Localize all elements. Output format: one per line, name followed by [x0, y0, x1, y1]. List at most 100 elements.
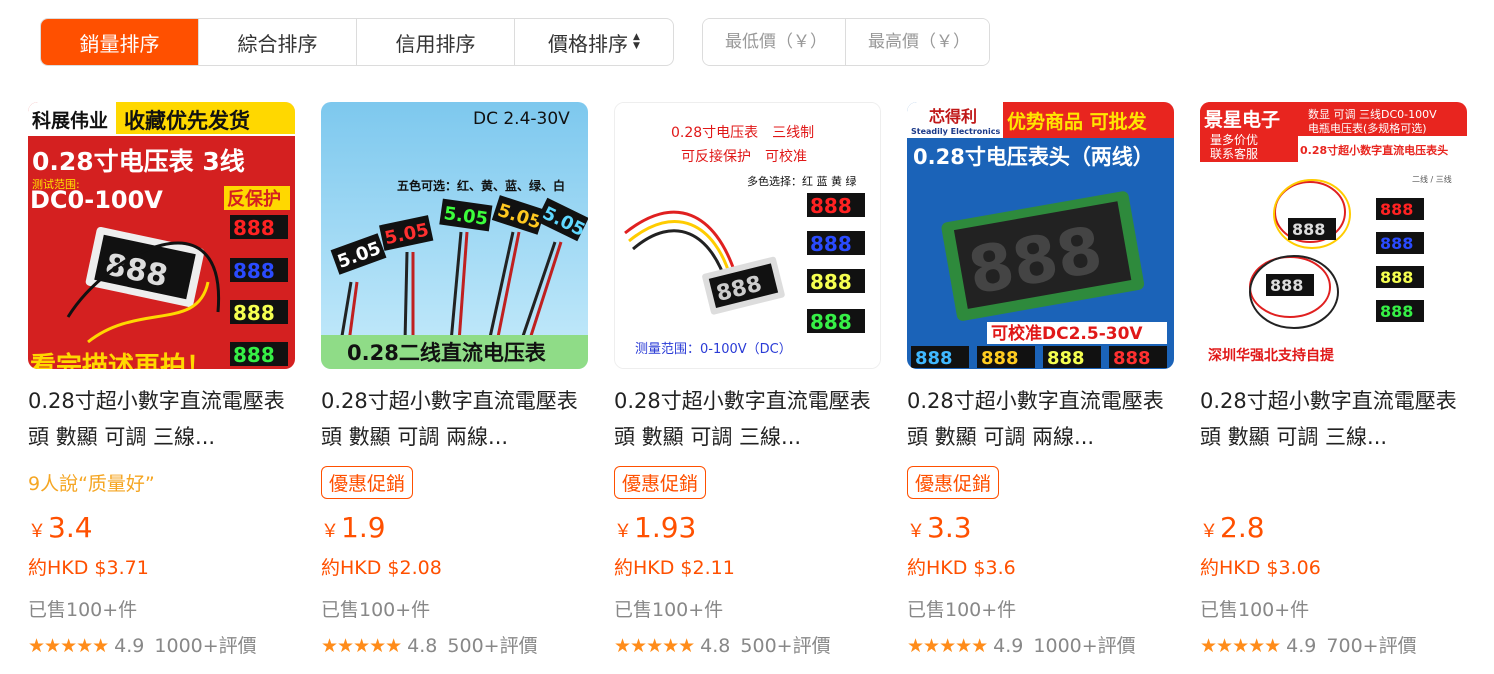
min-price-input[interactable]: [703, 19, 846, 65]
svg-text:888: 888: [1292, 220, 1325, 239]
product-image[interactable]: 景星电子 量多价优 联系客服 数显 可调 三线DC0-100V 电瓶电压表(多规…: [1200, 102, 1467, 369]
image-text: 可校准DC2.5-30V: [991, 323, 1143, 344]
product-price: ￥1.93: [614, 511, 881, 549]
max-price-input[interactable]: [846, 19, 989, 65]
product-price: ￥1.9: [321, 511, 588, 549]
sort-bar: 銷量排序 綜合排序 信用排序 價格排序 ▲ ▼: [40, 18, 674, 66]
svg-text:888: 888: [810, 270, 852, 294]
image-text: 可反接保护 可校准: [681, 148, 807, 165]
product-image[interactable]: 0.28寸电压表 三线制 可反接保护 可校准 多色选择：红 蓝 黄 绿 888 …: [614, 102, 881, 369]
svg-text:888: 888: [810, 194, 852, 218]
product-title[interactable]: 0.28寸超小數字直流電壓表頭 數顯 可調 三線...: [28, 383, 295, 455]
product-price: ￥3.3: [907, 511, 1174, 549]
svg-text:888: 888: [1380, 234, 1413, 253]
svg-text:888: 888: [981, 348, 1019, 369]
hkd-price: 約HKD $2.11: [614, 557, 735, 579]
product-title[interactable]: 0.28寸超小數字直流電壓表頭 數顯 可調 兩線...: [907, 383, 1174, 455]
review-highlight: 9人說“质量好”: [28, 472, 155, 495]
price-value: 3.4: [48, 511, 93, 544]
sort-by-price-tab[interactable]: 價格排序 ▲ ▼: [515, 19, 673, 65]
star-rating-icon: ★★★★★: [321, 635, 402, 657]
sold-count: 已售100+件: [907, 599, 1017, 621]
image-text: 深圳华强北支持自提: [1208, 347, 1335, 364]
sold-count: 已售100+件: [614, 599, 724, 621]
product-image[interactable]: 芯得利 Steadily Electronics 优势商品 可批发 0.28寸电…: [907, 102, 1174, 369]
rating-score: 4.9: [114, 635, 145, 657]
product-image[interactable]: 科展伟业 收藏优先发货 0.28寸电压表 3线 测试范围: DC0-100V 反…: [28, 102, 295, 369]
currency-symbol: ￥: [1200, 521, 1218, 542]
sort-toggle-icon: ▲ ▼: [633, 32, 640, 51]
sort-by-sales-tab[interactable]: 銷量排序: [41, 19, 199, 65]
image-text: 收藏优先发货: [124, 109, 250, 133]
hkd-price: 約HKD $3.71: [28, 557, 149, 579]
image-text: 0.28寸电压表 三线制: [671, 125, 814, 141]
rating-score: 4.9: [993, 635, 1024, 657]
currency-symbol: ￥: [28, 521, 46, 542]
rating-score: 4.9: [1286, 635, 1317, 657]
product-image[interactable]: DC 2.4-30V 五色可选：红、黄、蓝、绿、白 5.05 5.05 5.05…: [321, 102, 588, 369]
review-count[interactable]: 500+評價: [447, 633, 537, 659]
image-text: 二线 / 三线: [1412, 174, 1452, 184]
star-rating-icon: ★★★★★: [28, 635, 109, 657]
svg-text:888: 888: [1047, 348, 1085, 369]
image-text: 0.28寸超小数字直流电压表头: [1300, 143, 1448, 157]
product-title[interactable]: 0.28寸超小數字直流電壓表頭 數顯 可調 三線...: [614, 383, 881, 455]
sort-by-credit-tab[interactable]: 信用排序: [357, 19, 515, 65]
promo-badge: 優惠促銷: [907, 465, 1000, 499]
image-text: 看完描述再拍！: [30, 351, 212, 369]
svg-text:888: 888: [1380, 302, 1413, 321]
svg-text:888: 888: [915, 348, 953, 369]
image-text: 测量范围：0-100V（DC）: [635, 342, 792, 357]
svg-text:888: 888: [1380, 200, 1413, 219]
image-text: 芯得利: [929, 107, 977, 126]
svg-text:888: 888: [233, 216, 275, 240]
sold-count: 已售100+件: [1200, 599, 1310, 621]
product-title[interactable]: 0.28寸超小數字直流電壓表頭 數顯 可調 三線...: [1200, 383, 1467, 455]
product-card[interactable]: 科展伟业 收藏优先发货 0.28寸电压表 3线 测试范围: DC0-100V 反…: [28, 102, 295, 659]
image-text: 量多价优: [1210, 133, 1258, 147]
sold-count: 已售100+件: [28, 599, 138, 621]
image-text: 反保护: [227, 188, 281, 210]
svg-text:888: 888: [1380, 268, 1413, 287]
product-title[interactable]: 0.28寸超小數字直流電壓表頭 數顯 可調 兩線...: [321, 383, 588, 455]
image-text: 多色选择：红 蓝 黄 绿: [747, 174, 857, 188]
image-text: 0.28寸电压表 3线: [32, 147, 245, 176]
svg-text:888: 888: [233, 343, 275, 367]
rating-row: ★★★★★ 4.8 500+評價: [614, 633, 881, 659]
image-text: 0.28寸电压表头（两线）: [913, 145, 1154, 169]
rating-row: ★★★★★ 4.8 500+評價: [321, 633, 588, 659]
product-card[interactable]: 芯得利 Steadily Electronics 优势商品 可批发 0.28寸电…: [907, 102, 1174, 659]
product-price: ￥3.4: [28, 511, 295, 549]
price-value: 3.3: [927, 511, 972, 544]
image-text: 电瓶电压表(多规格可选): [1308, 121, 1427, 135]
sort-by-overall-tab[interactable]: 綜合排序: [199, 19, 357, 65]
svg-text:888: 888: [233, 301, 275, 325]
review-count[interactable]: 1000+評價: [154, 633, 256, 659]
currency-symbol: ￥: [321, 521, 339, 542]
product-card[interactable]: DC 2.4-30V 五色可选：红、黄、蓝、绿、白 5.05 5.05 5.05…: [321, 102, 588, 659]
product-card[interactable]: 景星电子 量多价优 联系客服 数显 可调 三线DC0-100V 电瓶电压表(多规…: [1200, 102, 1467, 659]
image-text: 优势商品 可批发: [1007, 110, 1148, 133]
product-card[interactable]: 0.28寸电压表 三线制 可反接保护 可校准 多色选择：红 蓝 黄 绿 888 …: [614, 102, 881, 659]
svg-text:888: 888: [233, 259, 275, 283]
image-text: DC 2.4-30V: [473, 109, 570, 129]
promo-badge: 優惠促銷: [321, 465, 414, 499]
currency-symbol: ￥: [907, 521, 925, 542]
svg-text:888: 888: [1270, 276, 1303, 295]
review-count[interactable]: 1000+評價: [1033, 633, 1135, 659]
promo-badge: 優惠促銷: [614, 465, 707, 499]
price-filter: [702, 18, 990, 66]
svg-text:888: 888: [1113, 348, 1151, 369]
svg-text:888: 888: [810, 232, 852, 256]
image-text: 数显 可调 三线DC0-100V: [1308, 107, 1437, 121]
price-value: 1.93: [634, 511, 697, 544]
image-text: 景星电子: [1204, 108, 1280, 131]
image-text: Steadily Electronics: [911, 127, 1000, 136]
hkd-price: 約HKD $2.08: [321, 557, 442, 579]
review-count[interactable]: 500+評價: [740, 633, 830, 659]
review-count[interactable]: 700+評價: [1326, 633, 1416, 659]
hkd-price: 約HKD $3.06: [1200, 557, 1321, 579]
rating-score: 4.8: [407, 635, 438, 657]
product-grid: 科展伟业 收藏优先发货 0.28寸电压表 3线 测试范围: DC0-100V 反…: [28, 102, 1467, 659]
svg-text:888: 888: [810, 310, 852, 334]
